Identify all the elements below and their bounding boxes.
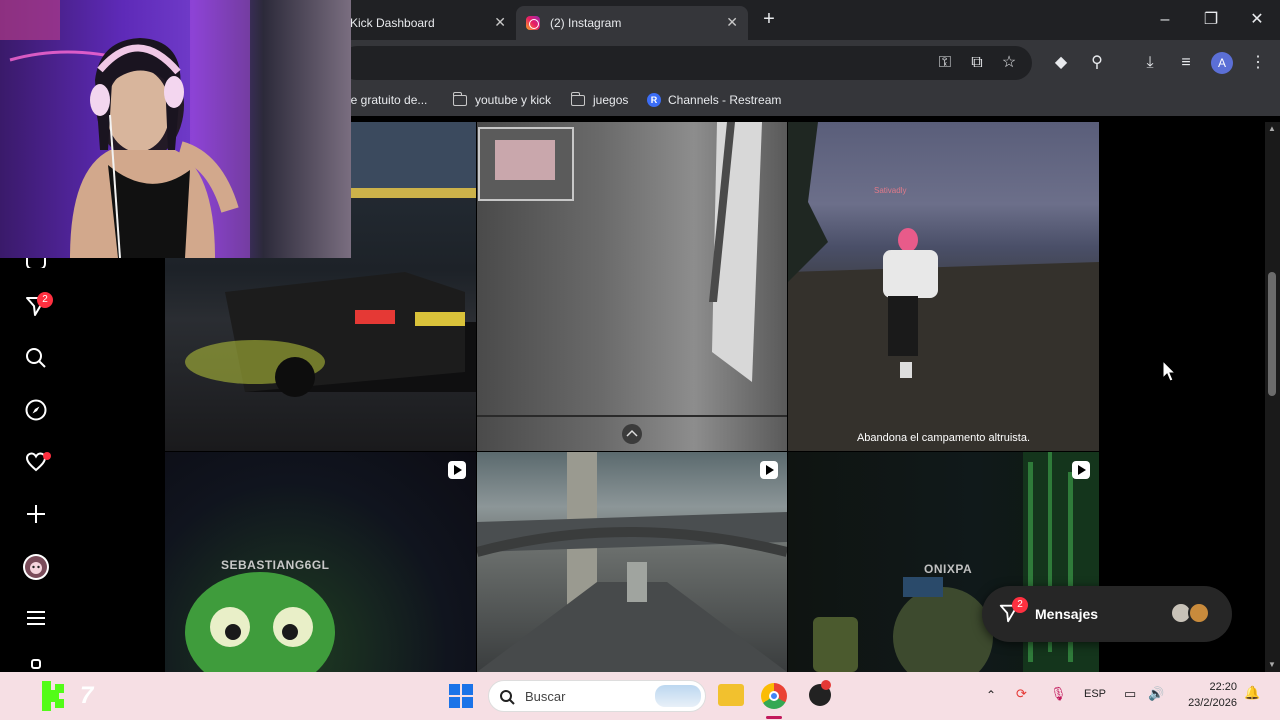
bookmark-folder-juegos[interactable]: juegos [570, 91, 629, 107]
messages-label: Mensajes [1035, 606, 1099, 622]
minimize-button[interactable]: – [1152, 8, 1178, 32]
reel-play-icon [448, 461, 466, 479]
windows-taskbar: 7 Buscar ⌃ ⟳ 🎙 ESP ▭ 🔊 22:20 23/2/2026 🔔 [0, 672, 1280, 720]
profile-avatar-icon[interactable] [22, 553, 50, 581]
bookmark-label: youtube y kick [475, 93, 552, 107]
clock-time[interactable]: 22:20 [1181, 681, 1237, 693]
volume-icon[interactable]: 🔊 [1148, 686, 1164, 702]
windows-start-icon[interactable] [449, 684, 473, 708]
notification-bell-icon[interactable]: 🔔 [1244, 685, 1260, 701]
post-thumbnail[interactable]: Sativadly Abandona el campamento altruis… [788, 122, 1099, 451]
network-icon[interactable]: ▭ [1124, 686, 1136, 702]
microphone-icon[interactable]: 🎙 [1050, 686, 1067, 702]
sync-icon[interactable]: ⟳ [1016, 686, 1027, 702]
tab-kick-dashboard[interactable]: Kick Dashboard ✕ [340, 6, 516, 40]
chevron-up-icon[interactable]: ⌃ [986, 688, 996, 702]
scroll-down-arrow-icon[interactable]: ▼ [1268, 660, 1276, 669]
search-highlight-icon [655, 685, 701, 707]
new-tab-button[interactable]: + [758, 8, 780, 30]
instagram-icon [526, 16, 540, 30]
close-icon[interactable]: ✕ [726, 14, 738, 31]
extensions-puzzle-icon[interactable]: ⚲ [1086, 52, 1108, 74]
extension-diamond-icon[interactable]: ◆ [1050, 52, 1072, 74]
folder-icon [452, 91, 467, 106]
search-placeholder: Buscar [525, 689, 566, 704]
restore-button[interactable]: ❐ [1198, 8, 1224, 32]
avatar [1188, 602, 1210, 624]
kick-logo-icon[interactable] [40, 681, 72, 711]
key-icon[interactable]: ⚿ [934, 52, 956, 74]
active-app-indicator [766, 716, 782, 719]
reel-play-icon [1072, 461, 1090, 479]
post-caption: Abandona el campamento altruista. [856, 432, 1031, 444]
taskbar-search[interactable]: Buscar [488, 680, 706, 712]
page-scrollbar[interactable]: ▲ ▼ [1265, 122, 1280, 672]
webcam-overlay [0, 0, 351, 258]
profile-avatar[interactable]: A [1211, 52, 1233, 74]
menu-kebab-icon[interactable]: ⋮ [1247, 52, 1269, 74]
app-icon[interactable] [809, 680, 831, 706]
watermark-text: Sativadly [874, 186, 907, 195]
folder-icon [570, 91, 585, 106]
close-window-button[interactable]: ✕ [1244, 8, 1270, 32]
chrome-icon[interactable] [761, 683, 787, 709]
bookmark-label: juegos [593, 93, 629, 107]
bookmark-label: are gratuito de... [340, 93, 428, 107]
bookmark-folder-youtube[interactable]: youtube y kick [452, 91, 552, 107]
more-menu-icon[interactable] [22, 606, 50, 634]
post-thumbnail[interactable] [477, 122, 787, 451]
scrollbar-thumb[interactable] [1268, 272, 1276, 396]
tab-instagram[interactable]: (2) Instagram ✕ [516, 6, 748, 40]
threads-icon[interactable] [22, 656, 50, 672]
messages-badge: 2 [1012, 597, 1028, 613]
overlay-text: SEBASTIANG6GL [221, 558, 330, 572]
close-icon[interactable]: ✕ [494, 14, 506, 31]
post-thumbnail[interactable] [477, 452, 787, 672]
messages-drawer-button[interactable]: 2 Mensajes [982, 586, 1232, 642]
overlay-text: ONIXPA [924, 562, 973, 576]
clock-date[interactable]: 23/2/2026 [1177, 697, 1237, 709]
install-app-icon[interactable]: ⧉ [966, 52, 988, 74]
restream-icon: R [647, 93, 661, 107]
reel-play-icon [760, 461, 778, 479]
tab-title: Kick Dashboard [350, 16, 435, 30]
mouse-cursor-icon [1162, 360, 1177, 382]
address-bar[interactable]: r ⚿ ⧉ ☆ [340, 46, 1032, 80]
media-control-icon[interactable]: ≡ [1175, 52, 1197, 74]
language-indicator[interactable]: ESP [1084, 688, 1106, 700]
download-icon[interactable]: ⤓ [1139, 52, 1161, 74]
create-plus-icon[interactable] [22, 502, 50, 530]
bookmark-label: Channels - Restream [668, 93, 782, 107]
notification-badge: 2 [37, 292, 53, 308]
bookmark-restream[interactable]: R Channels - Restream [647, 93, 781, 107]
activity-dot [43, 452, 51, 460]
search-icon[interactable] [22, 346, 50, 374]
explore-compass-icon[interactable] [22, 398, 50, 426]
post-thumbnail[interactable]: SEBASTIANG6GL [165, 452, 476, 672]
bookmark-item[interactable]: are gratuito de... [340, 93, 427, 107]
kick-counter: 7 [80, 682, 94, 709]
file-explorer-icon[interactable] [718, 684, 744, 706]
tab-title: (2) Instagram [550, 16, 622, 30]
scroll-up-arrow-icon[interactable]: ▲ [1268, 124, 1276, 133]
bookmark-star-icon[interactable]: ☆ [998, 52, 1020, 74]
search-icon [500, 690, 515, 705]
